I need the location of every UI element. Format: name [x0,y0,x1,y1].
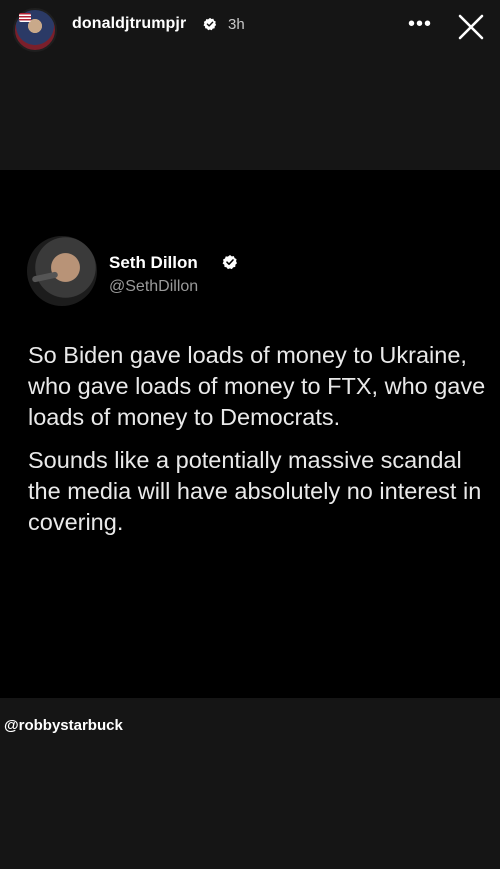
tweet-author-avatar [27,236,97,306]
mention-sticker[interactable]: @robbystarbuck [4,717,123,734]
story-username[interactable]: donaldjtrumpjr [72,15,186,33]
microphone-icon [31,271,59,283]
flag-icon [19,13,31,22]
story-viewer: donaldjtrumpjr 3h ••• Seth Dillon @SethD… [0,0,500,869]
tweet-body: So Biden gave loads of money to Ukraine,… [28,340,496,550]
profile-avatar[interactable] [13,8,57,52]
tweet-paragraph: Sounds like a potentially massive scanda… [28,447,482,535]
tweet-card[interactable]: Seth Dillon @SethDillon So Biden gave lo… [0,170,500,698]
tweet-author-name: Seth Dillon [109,253,198,272]
tweet-author-handle: @SethDillon [109,278,199,295]
story-timestamp: 3h [228,16,245,33]
verified-badge-icon [222,255,237,270]
story-header: donaldjtrumpjr 3h ••• [0,0,500,56]
more-options-icon[interactable]: ••• [408,14,432,34]
verified-badge-icon [203,17,217,31]
close-icon[interactable] [455,11,487,43]
tweet-paragraph: So Biden gave loads of money to Ukraine,… [28,342,486,430]
